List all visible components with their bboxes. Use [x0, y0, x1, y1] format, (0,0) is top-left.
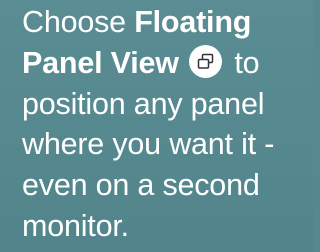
tip-text: Choose Floating Panel View to position a…	[22, 2, 310, 247]
floating-panel-icon	[189, 44, 223, 78]
tip-text-prefix: Choose	[22, 5, 135, 39]
tip-panel: Choose Floating Panel View to position a…	[0, 0, 313, 252]
